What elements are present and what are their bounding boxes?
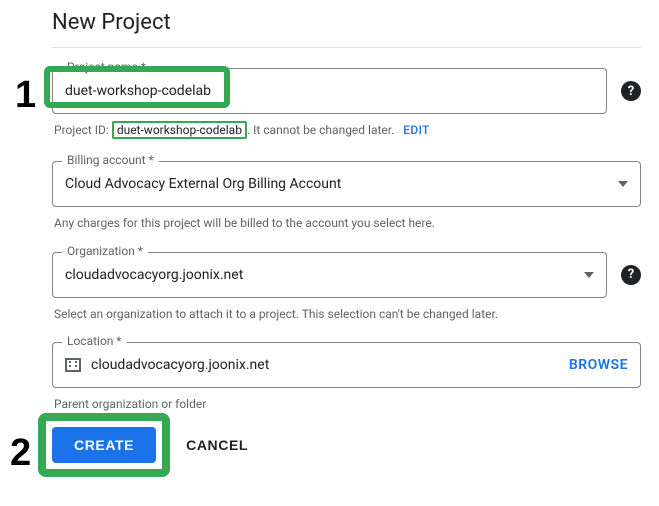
action-bar: CREATE CANCEL (52, 427, 641, 463)
browse-button[interactable]: BROWSE (569, 357, 628, 373)
location-helper: Parent organization or folder (54, 396, 639, 413)
chevron-down-icon (618, 181, 628, 187)
organization-field[interactable]: Organization * cloudadvocacyorg.joonix.n… (52, 252, 641, 298)
location-field: Location * cloudadvocacyorg.joonix.net B… (52, 342, 641, 388)
annotation-number-2: 2 (10, 432, 31, 475)
annotation-number-1: 1 (15, 74, 36, 117)
billing-account-field[interactable]: Billing account * Cloud Advocacy Externa… (52, 161, 641, 207)
project-name-label: Project name * (62, 60, 151, 74)
location-value: cloudadvocacyorg.joonix.net (91, 357, 569, 373)
billing-helper: Any charges for this project will be bil… (54, 215, 639, 232)
help-icon[interactable]: ? (621, 265, 641, 285)
organization-value: cloudadvocacyorg.joonix.net (65, 267, 584, 283)
organization-helper: Select an organization to attach it to a… (54, 306, 639, 323)
annotation-box-2 (38, 413, 170, 477)
project-name-field[interactable]: Project name * duet-workshop-codelab ? (52, 68, 641, 114)
billing-account-value: Cloud Advocacy External Org Billing Acco… (65, 176, 618, 192)
cancel-button[interactable]: CANCEL (180, 436, 254, 454)
project-name-value[interactable]: duet-workshop-codelab (65, 83, 594, 99)
page-title: New Project (52, 10, 641, 35)
project-id-value: duet-workshop-codelab (112, 121, 247, 139)
edit-project-id-link[interactable]: EDIT (403, 123, 429, 137)
project-id-helper: Project ID: duet-workshop-codelab. It ca… (54, 122, 639, 139)
help-icon[interactable]: ? (621, 81, 641, 101)
billing-account-label: Billing account * (62, 153, 159, 167)
divider (52, 47, 641, 48)
location-label: Location * (62, 334, 127, 348)
organization-icon (65, 358, 81, 372)
chevron-down-icon (584, 272, 594, 278)
organization-label: Organization * (62, 244, 148, 258)
